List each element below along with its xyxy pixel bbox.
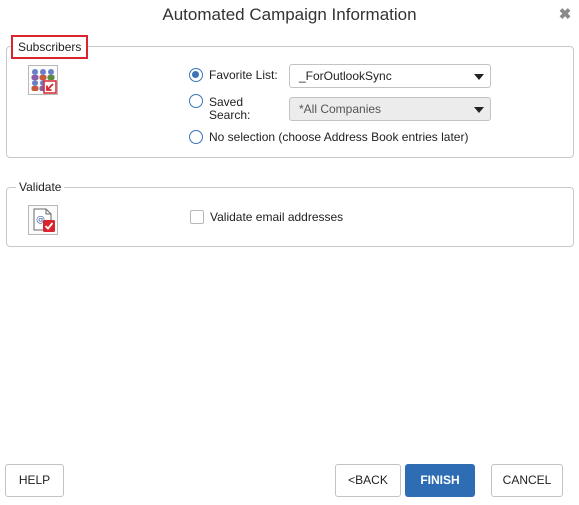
help-button[interactable]: HELP (5, 464, 64, 497)
saved-search-value: *All Companies (299, 102, 382, 116)
chevron-down-icon (474, 107, 484, 113)
favorite-list-value: _ForOutlookSync (299, 69, 392, 83)
subscribers-list-icon (28, 65, 58, 95)
validate-email-label: Validate email addresses (210, 210, 344, 224)
validate-email-checkbox[interactable] (190, 210, 204, 224)
validate-email-icon: @ (28, 205, 58, 235)
favorite-list-select[interactable]: _ForOutlookSync (289, 64, 491, 88)
validate-legend: Validate (16, 180, 65, 194)
no-selection-label: No selection (choose Address Book entrie… (209, 130, 469, 144)
chevron-down-icon (474, 74, 484, 80)
dialog-title: Automated Campaign Information (162, 5, 417, 24)
no-selection-radio[interactable] (189, 130, 203, 144)
saved-search-radio[interactable] (189, 94, 203, 108)
subscribers-legend: Subscribers (11, 35, 89, 59)
back-button[interactable]: <BACK (335, 464, 401, 497)
close-icon[interactable]: ✖ (558, 7, 572, 23)
saved-search-select[interactable]: *All Companies (289, 97, 491, 121)
favorite-list-label: Favorite List: (209, 68, 278, 82)
saved-search-label-line2: Search: (209, 108, 251, 122)
cancel-button[interactable]: CANCEL (491, 464, 563, 497)
favorite-list-radio[interactable] (189, 68, 203, 82)
saved-search-label-line1: Saved (209, 95, 244, 109)
finish-button[interactable]: FINISH (405, 464, 475, 497)
